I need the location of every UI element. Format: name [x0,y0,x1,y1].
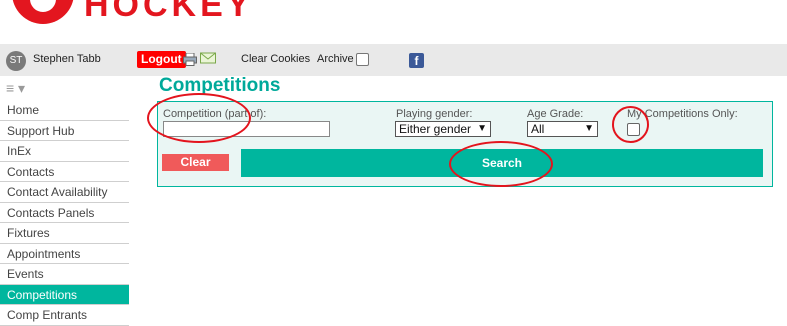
gender-label: Playing gender: [396,108,473,120]
age-grade-select[interactable]: All ▼ [527,121,598,137]
logo-text: HOCKEY [84,0,254,24]
facebook-icon[interactable]: f [409,53,424,68]
sidebar-item-contacts[interactable]: Contacts [0,162,129,182]
sidebar-item-contact-availability[interactable]: Contact Availability [0,182,129,203]
sidebar-item-inex[interactable]: InEx [0,141,129,162]
sidebar-item-appointments[interactable]: Appointments [0,244,129,264]
my-competitions-label: My Competitions Only: [627,108,738,120]
sidebar-item-fixtures[interactable]: Fixtures [0,223,129,244]
archive-label: Archive [317,53,354,65]
site-header: HOCKEY [0,0,787,44]
sidebar-item-home[interactable]: Home [0,100,129,121]
age-grade-label: Age Grade: [527,108,584,120]
printer-icon[interactable] [183,53,197,66]
age-grade-select-value: All [531,122,545,136]
chevron-down-icon: ▼ [584,123,594,134]
gender-select[interactable]: Either gender ▼ [395,121,491,137]
sidebar-nav: Home Support Hub InEx Contacts Contact A… [0,100,129,326]
page-title: Competitions [159,75,281,96]
competition-label: Competition (part of): [163,108,267,120]
archive-checkbox[interactable] [356,53,369,66]
competition-search-input[interactable] [163,121,330,137]
sidebar-item-comp-entrants[interactable]: Comp Entrants [0,305,129,326]
user-name[interactable]: Stephen Tabb [33,53,101,65]
search-button[interactable]: Search [241,149,763,177]
my-competitions-checkbox[interactable] [627,123,640,136]
chevron-down-icon: ▼ [477,123,487,134]
top-toolbar: ST Stephen Tabb Logout Clear Cookies Arc… [0,44,787,76]
gender-select-value: Either gender [399,122,472,136]
avatar[interactable]: ST [6,51,26,71]
sidebar-item-events[interactable]: Events [0,264,129,285]
email-icon[interactable] [200,52,216,64]
sidebar-item-contacts-panels[interactable]: Contacts Panels [0,203,129,223]
clear-cookies-link[interactable]: Clear Cookies [241,53,310,65]
sidebar-item-support-hub[interactable]: Support Hub [0,121,129,141]
menu-icon[interactable]: ≡ ▾ [6,81,25,95]
sidebar-item-competitions[interactable]: Competitions [0,284,129,305]
logout-button[interactable]: Logout [137,51,186,68]
clear-button[interactable]: Clear [162,154,229,171]
logo-shield-icon [12,0,74,24]
